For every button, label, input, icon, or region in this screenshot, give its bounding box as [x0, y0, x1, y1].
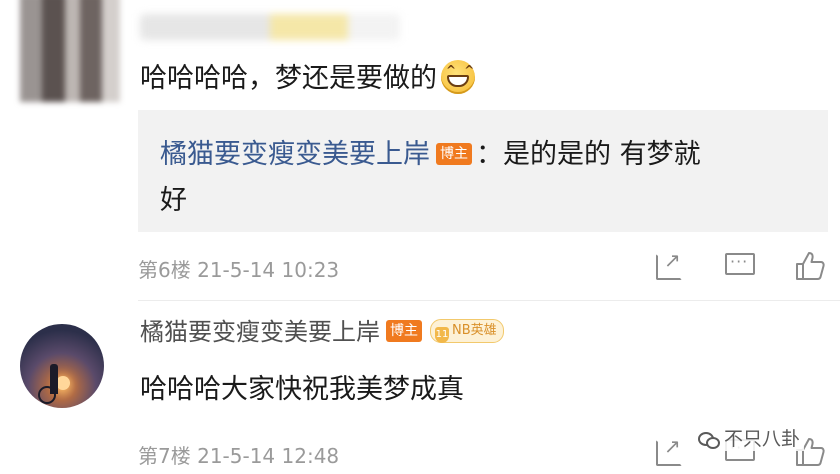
username-blurred[interactable]: [140, 14, 400, 40]
comment-floor-6: 哈哈哈哈，梦还是要做的 橘猫要变瘦变美要上岸博主：是的是的 有梦就 好 第6楼 …: [0, 0, 840, 300]
reply-author-link[interactable]: 橘猫要变瘦变美要上岸: [160, 139, 430, 170]
nb-hero-badge: 11 NB英雄: [430, 319, 504, 343]
blogger-badge: 博主: [436, 142, 472, 165]
blogger-badge: 博主: [386, 320, 422, 342]
floor-label: 第6楼: [138, 258, 191, 282]
avatar[interactable]: [20, 324, 104, 408]
comment-text: 哈哈哈哈，梦还是要做的: [140, 56, 476, 95]
reply-text: ：是的是的 有梦就: [476, 139, 701, 170]
sun-graphic: [56, 376, 70, 390]
reply-line-1: 橘猫要变瘦变美要上岸 博主 ：是的是的 有梦就: [160, 132, 701, 171]
comment-icon[interactable]: [724, 250, 756, 280]
divider: [138, 300, 840, 301]
share-icon[interactable]: [654, 434, 686, 466]
watermark: 不只八卦: [694, 424, 805, 451]
avatar-blurred[interactable]: [20, 0, 120, 102]
reply-box[interactable]: 橘猫要变瘦变美要上岸 博主 ：是的是的 有梦就 好: [138, 110, 828, 232]
comment-text: 哈哈哈大家快祝我美梦成真: [140, 374, 464, 405]
timestamp: 21-5-14 10:23: [197, 258, 340, 282]
grinning-face-icon: [441, 59, 476, 94]
shield-icon: 11: [435, 327, 449, 343]
timestamp: 21-5-14 12:48: [197, 444, 340, 468]
comment-meta: 第7楼 21-5-14 12:48: [138, 440, 339, 469]
floor-label: 第7楼: [138, 444, 191, 468]
share-icon[interactable]: [654, 248, 686, 280]
bike-graphic: [38, 386, 56, 404]
comment-actions: [616, 248, 826, 280]
username[interactable]: 橘猫要变瘦变美要上岸 博主 11 NB英雄: [140, 312, 504, 347]
reply-line-2: 好: [160, 185, 187, 216]
wechat-icon: [698, 431, 720, 449]
like-icon[interactable]: [794, 250, 826, 280]
comment-meta: 第6楼 21-5-14 10:23: [138, 254, 339, 283]
